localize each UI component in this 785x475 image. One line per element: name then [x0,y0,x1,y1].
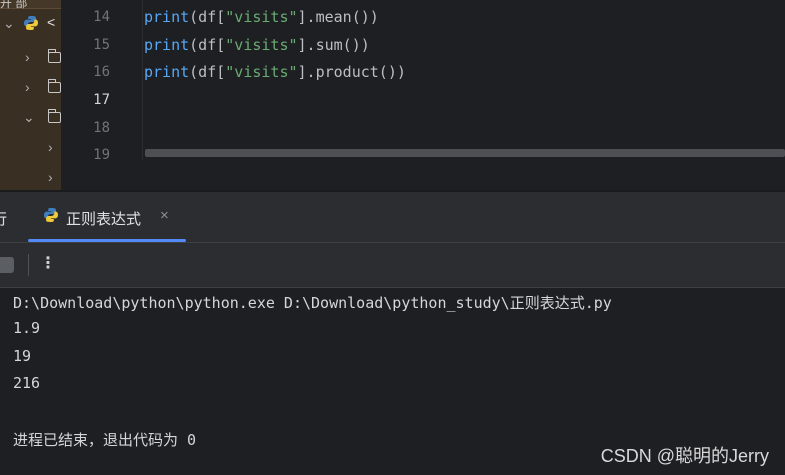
chevron-right-icon[interactable]: › [25,50,30,64]
toolbar-divider [28,254,29,276]
line-number: 18 [93,120,110,136]
tree-item-subfolder[interactable]: › [0,134,61,162]
chevron-right-icon[interactable]: › [25,80,30,94]
stop-icon[interactable] [0,257,14,273]
python-icon [44,208,58,222]
line-number: 14 [93,9,110,25]
line-gutter: 14 15 16 17 18 19 [61,0,143,163]
console-line: 1.9 [13,319,41,337]
editor-bottom-area [61,160,785,190]
tab-label: 正则表达式 [66,211,142,228]
python-icon [24,16,38,30]
project-label: < [47,14,56,30]
tab-run-config[interactable]: 正则表达式 × [28,192,186,242]
tree-item-folder[interactable]: › [0,74,61,102]
code-line[interactable]: print(df["visits"].sum()) [144,36,370,54]
run-toolbar: ⋮ [0,243,785,287]
project-tree: 开 部 ⌄ < › › ⌄ › › [0,0,61,190]
console-line: 19 [13,347,32,365]
code-editor[interactable]: print(df["visits"].mean()) print(df["vis… [143,0,785,160]
more-options-icon[interactable]: ⋮ [40,253,56,275]
folder-icon [47,79,61,93]
tree-item-subfolder[interactable]: › [0,164,61,190]
tree-item-folder[interactable]: › [0,44,61,72]
close-icon[interactable]: × [160,207,169,224]
code-line[interactable]: print(df["visits"].mean()) [144,8,379,26]
chevron-down-icon[interactable]: ⌄ [3,16,15,30]
line-number: 16 [93,64,110,80]
horizontal-scrollbar[interactable] [145,149,785,157]
line-number-active: 17 [93,92,110,108]
tab-run-partial[interactable]: 行 [0,208,7,229]
console-command: D:\Download\python\python.exe D:\Downloa… [13,294,612,312]
tree-item-project[interactable]: ⌄ < [0,10,61,38]
console-line: 216 [13,374,41,392]
chevron-right-icon[interactable]: › [48,140,53,154]
watermark: CSDN @聪明的Jerry [600,446,769,466]
chevron-down-icon[interactable]: ⌄ [23,110,35,124]
code-line[interactable]: print(df["visits"].product()) [144,63,406,81]
chevron-right-icon[interactable]: › [48,170,53,184]
tree-item-folder-expanded[interactable]: ⌄ [0,104,61,132]
console-exit-message: 进程已结束，退出代码为 0 [13,431,197,449]
folder-icon [47,109,61,123]
line-number: 15 [93,37,110,53]
run-tool-header: 行 正则表达式 × [0,192,785,242]
folder-icon [47,49,61,63]
tree-header: 开 部 [0,0,61,10]
